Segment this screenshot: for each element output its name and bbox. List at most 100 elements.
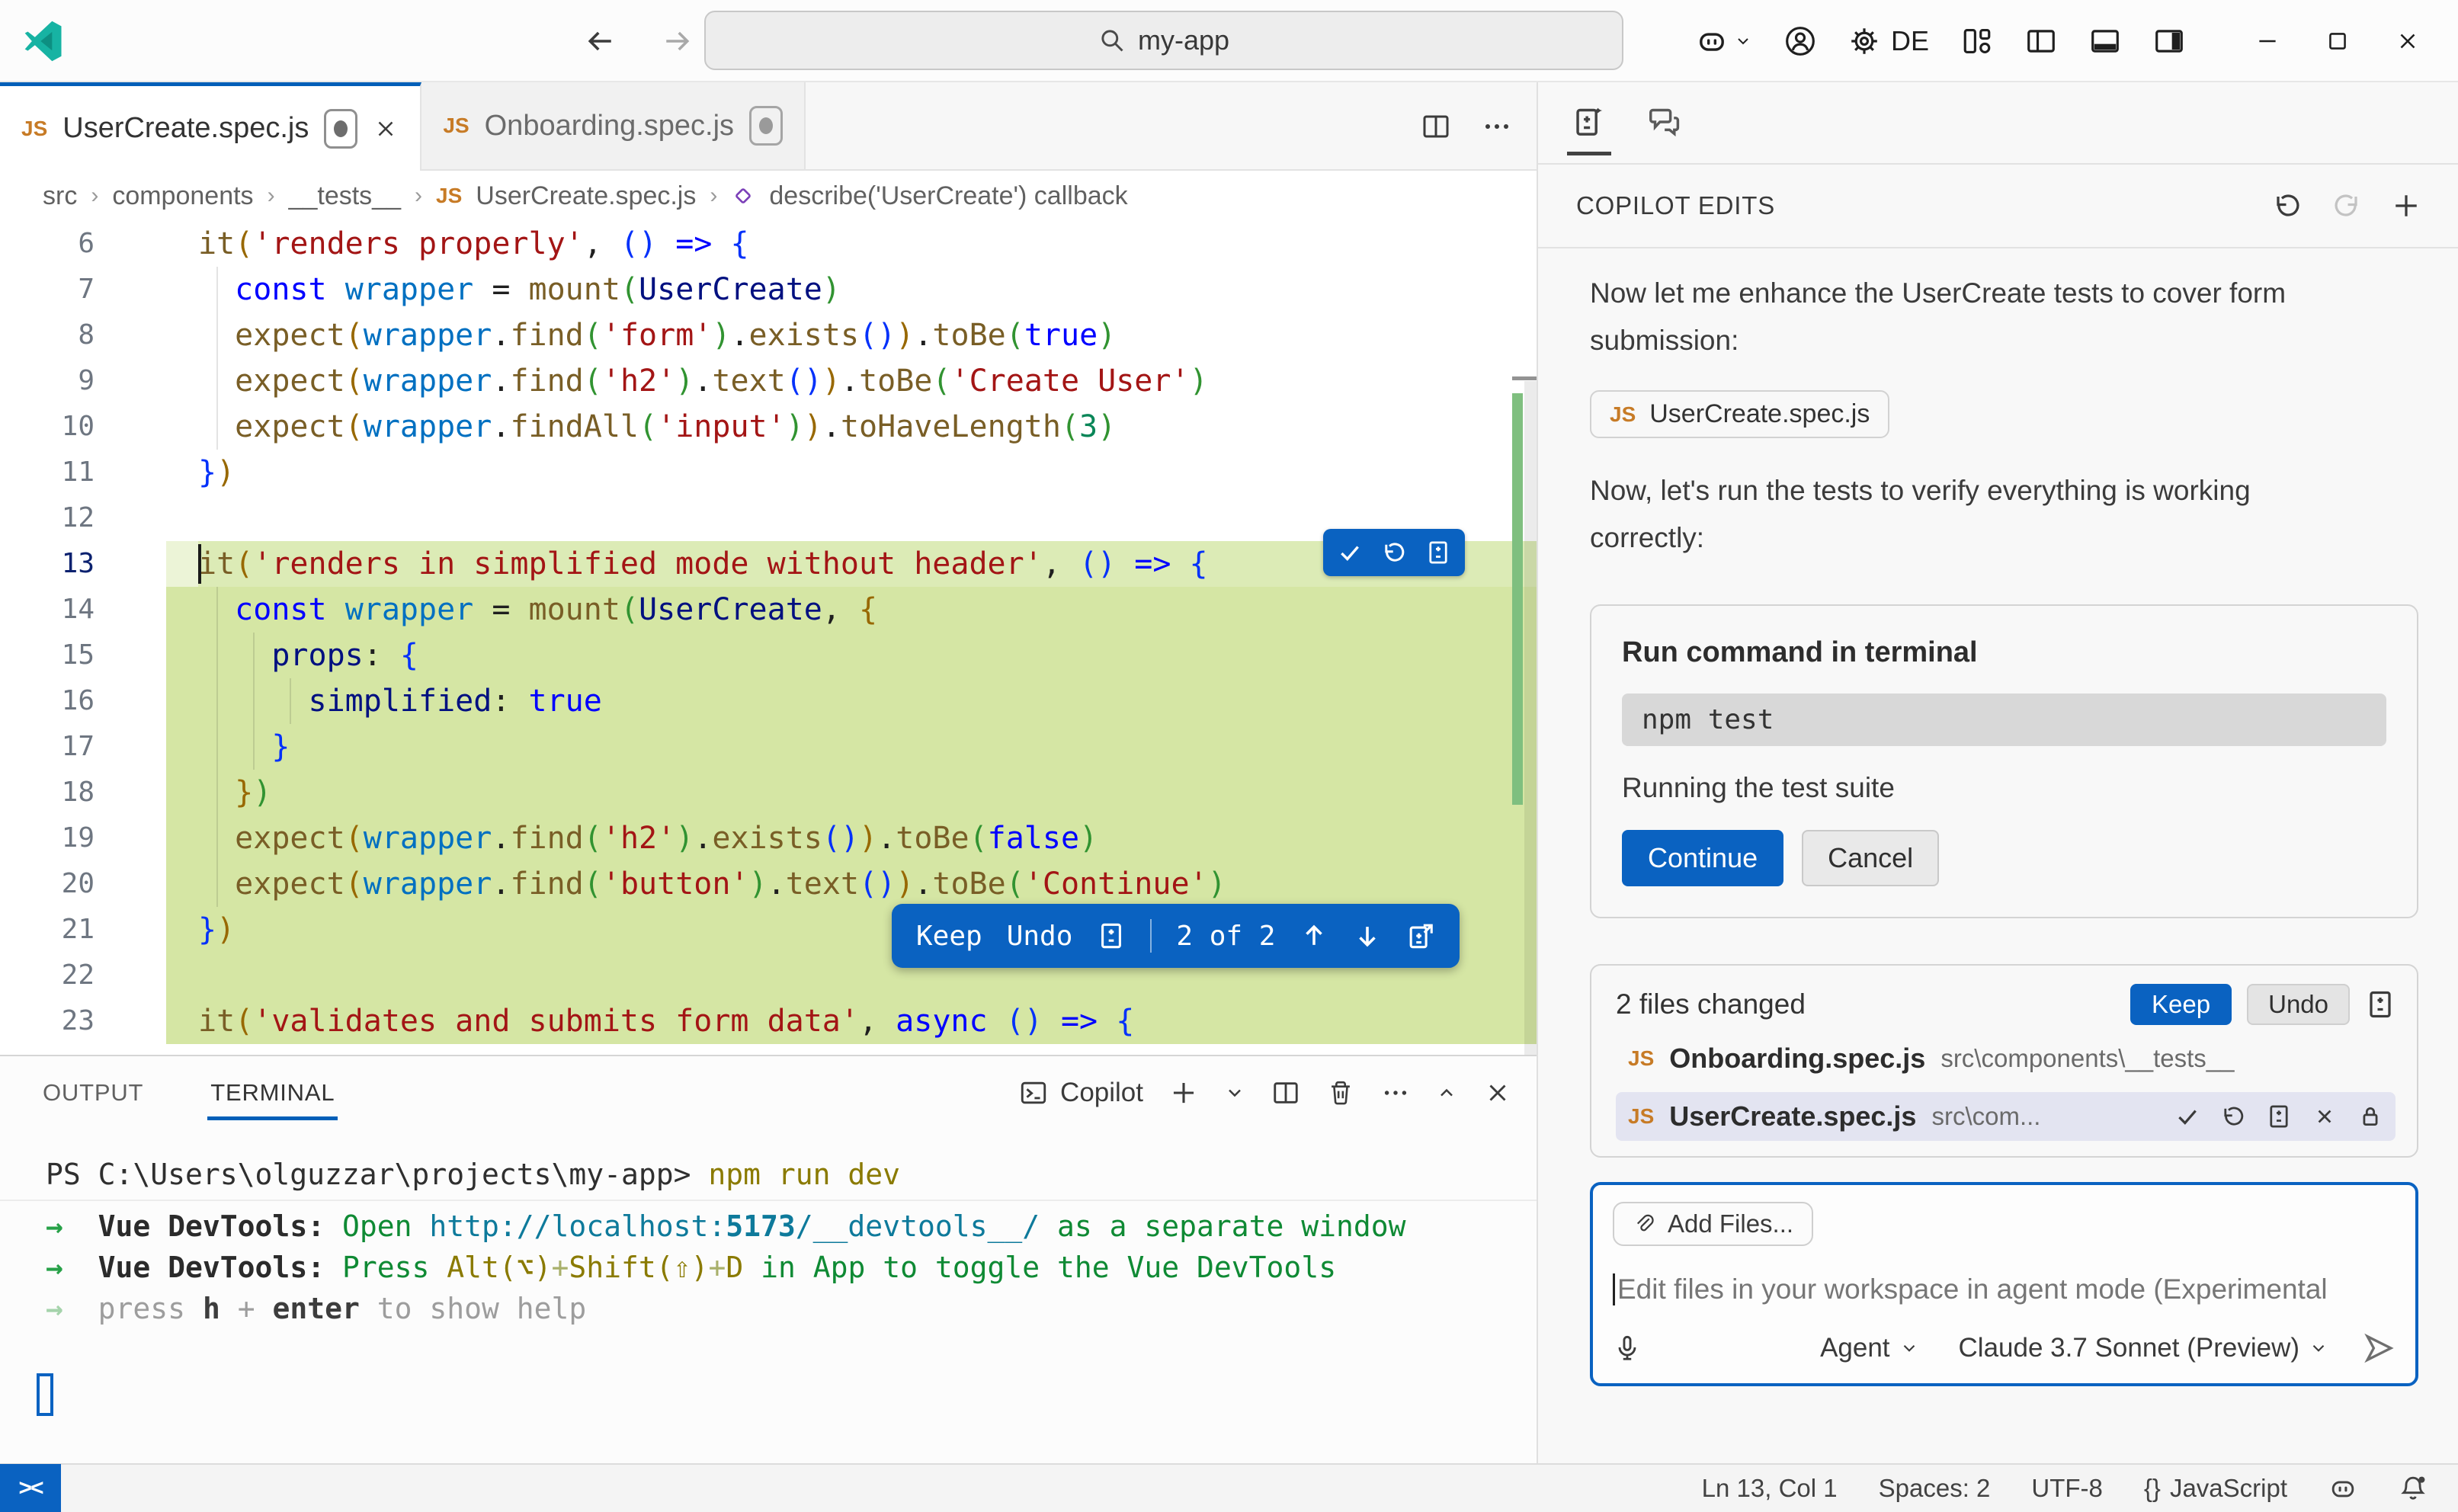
tab-usercreate-spec[interactable]: JS UserCreate.spec.js [0,82,421,171]
code-editor[interactable]: 6it('renders properly', () => {7 const w… [0,221,1537,1055]
language-mode[interactable]: {} JavaScript [2144,1474,2287,1503]
remove-file-icon[interactable] [2312,1104,2338,1129]
breadcrumb-item[interactable]: src [43,181,77,211]
code-line-23[interactable]: 23it('validates and submits form data', … [0,998,1537,1044]
keep-all-button[interactable]: Keep [2130,984,2232,1025]
code-line-9[interactable]: 9 expect(wrapper.find('h2').text()).toBe… [0,358,1537,404]
maximize-button[interactable] [2303,0,2373,82]
dirty-indicator-icon[interactable] [324,109,357,149]
changed-file-row[interactable]: JS UserCreate.spec.js src\com... [1616,1092,2396,1141]
minimize-button[interactable] [2232,0,2303,82]
cancel-button[interactable]: Cancel [1802,830,1939,886]
undo-all-button[interactable]: Undo [2247,984,2350,1025]
code-line-15[interactable]: 15 props: { [0,633,1537,678]
bottom-panel: OUTPUT TERMINAL Copilot [0,1055,1537,1463]
file-chip-usercreate[interactable]: JS UserCreate.spec.js [1590,390,1889,438]
split-editor-icon[interactable] [1421,111,1451,142]
redo-edit-icon[interactable] [2331,191,2362,221]
vscode-window: my-app DE [0,0,2458,1512]
continue-button[interactable]: Continue [1622,830,1783,886]
split-terminal-icon[interactable] [1271,1078,1300,1107]
breadcrumb-file[interactable]: UserCreate.spec.js [476,181,696,211]
keep-button[interactable]: Keep [916,921,982,952]
code-line-17[interactable]: 17 } [0,724,1537,770]
maximize-panel-icon[interactable] [1436,1082,1457,1104]
view-all-edits-icon[interactable] [2365,989,2396,1020]
code-line-10[interactable]: 10 expect(wrapper.findAll('input')).toHa… [0,404,1537,450]
encoding[interactable]: UTF-8 [2031,1474,2103,1503]
close-panel-icon[interactable] [1483,1078,1512,1107]
terminal-dropdown-icon[interactable] [1224,1082,1245,1104]
panel-more-icon[interactable] [1381,1078,1410,1107]
model-picker[interactable]: Claude 3.7 Sonnet (Preview) [1959,1333,2328,1363]
tab-copilot-edits[interactable] [1572,81,1607,163]
profile-badge[interactable]: DE [1891,25,1929,57]
chat-input[interactable]: Edit files in your workspace in agent mo… [1613,1273,2396,1305]
account-button[interactable] [1784,25,1816,57]
mic-icon[interactable] [1613,1334,1642,1363]
discard-change-icon[interactable] [1381,540,1407,565]
open-changes-icon[interactable] [1406,921,1435,950]
settings-button[interactable] [1848,25,1880,57]
next-edit-icon[interactable] [1353,921,1382,950]
notifications-bell-icon[interactable] [2399,1474,2428,1503]
code-line-7[interactable]: 7 const wrapper = mount(UserCreate) [0,267,1537,312]
breadcrumb-item[interactable]: components [112,181,253,211]
command-center-search[interactable]: my-app [704,11,1623,70]
toggle-secondary-sidebar-button[interactable] [2153,25,2185,57]
breadcrumb-symbol[interactable]: describe('UserCreate') callback [769,181,1127,211]
forward-icon[interactable] [655,20,698,62]
code-line-18[interactable]: 18 }) [0,770,1537,815]
paperclip-icon [1633,1212,1655,1235]
copilot-status-icon[interactable] [2328,1474,2357,1503]
tab-terminal[interactable]: TERMINAL [210,1056,335,1129]
terminal-instance-picker[interactable]: Copilot [1019,1078,1143,1108]
editor-scrollbar[interactable] [1524,381,1537,1055]
cursor-position[interactable]: Ln 13, Col 1 [1702,1474,1838,1503]
accept-file-icon[interactable] [2174,1104,2200,1129]
undo-edit-icon[interactable] [2272,191,2303,221]
previous-edit-icon[interactable] [1300,921,1328,950]
js-file-icon: JS [443,114,469,138]
tab-chat[interactable] [1646,81,1681,163]
chevron-down-icon [1899,1338,1919,1358]
code-line-6[interactable]: 6it('renders properly', () => { [0,221,1537,267]
code-line-13[interactable]: 13it('renders in simplified mode without… [0,541,1537,587]
changed-file-row[interactable]: JS Onboarding.spec.js src\components\__t… [1616,1034,2396,1083]
diff-document-icon[interactable] [1097,921,1126,950]
toggle-sidebar-button[interactable] [2025,25,2057,57]
view-diff-icon[interactable] [1425,540,1451,565]
undo-button[interactable]: Undo [1007,921,1073,952]
code-line-20[interactable]: 20 expect(wrapper.find('button').text())… [0,861,1537,907]
code-line-19[interactable]: 19 expect(wrapper.find('h2').exists()).t… [0,815,1537,861]
tab-output[interactable]: OUTPUT [43,1056,143,1129]
editor-actions-more-icon[interactable] [1482,111,1512,142]
copilot-menu-button[interactable] [1696,25,1752,57]
open-diff-icon[interactable] [2266,1104,2292,1129]
accept-change-icon[interactable] [1337,540,1363,565]
indentation[interactable]: Spaces: 2 [1879,1474,1991,1503]
customize-layout-button[interactable] [1961,25,1993,57]
toggle-panel-button[interactable] [2089,25,2121,57]
code-line-12[interactable]: 12 [0,495,1537,541]
lock-file-icon[interactable] [2357,1104,2383,1129]
terminal-output[interactable]: PS C:\Users\olguzzar\projects\my-app> np… [0,1129,1537,1329]
code-line-8[interactable]: 8 expect(wrapper.find('form').exists()).… [0,312,1537,358]
new-terminal-icon[interactable] [1169,1078,1198,1107]
close-tab-icon[interactable] [373,116,399,142]
breadcrumb-item[interactable]: __tests__ [289,181,401,211]
discard-file-icon[interactable] [2220,1104,2246,1129]
chat-input-box[interactable]: Add Files... Edit files in your workspac… [1590,1182,2418,1386]
close-window-button[interactable] [2373,0,2443,82]
back-icon[interactable] [579,20,622,62]
tab-onboarding-spec[interactable]: JS Onboarding.spec.js [421,82,806,169]
code-line-14[interactable]: 14 const wrapper = mount(UserCreate, { [0,587,1537,633]
code-line-16[interactable]: 16 simplified: true [0,678,1537,724]
add-files-button[interactable]: Add Files... [1613,1202,1813,1246]
send-icon[interactable] [2362,1331,2396,1365]
remote-indicator[interactable]: >< [0,1464,61,1512]
mode-picker[interactable]: Agent [1820,1333,1918,1363]
kill-terminal-icon[interactable] [1326,1078,1355,1107]
new-session-icon[interactable] [2391,191,2421,221]
code-line-11[interactable]: 11}) [0,450,1537,495]
